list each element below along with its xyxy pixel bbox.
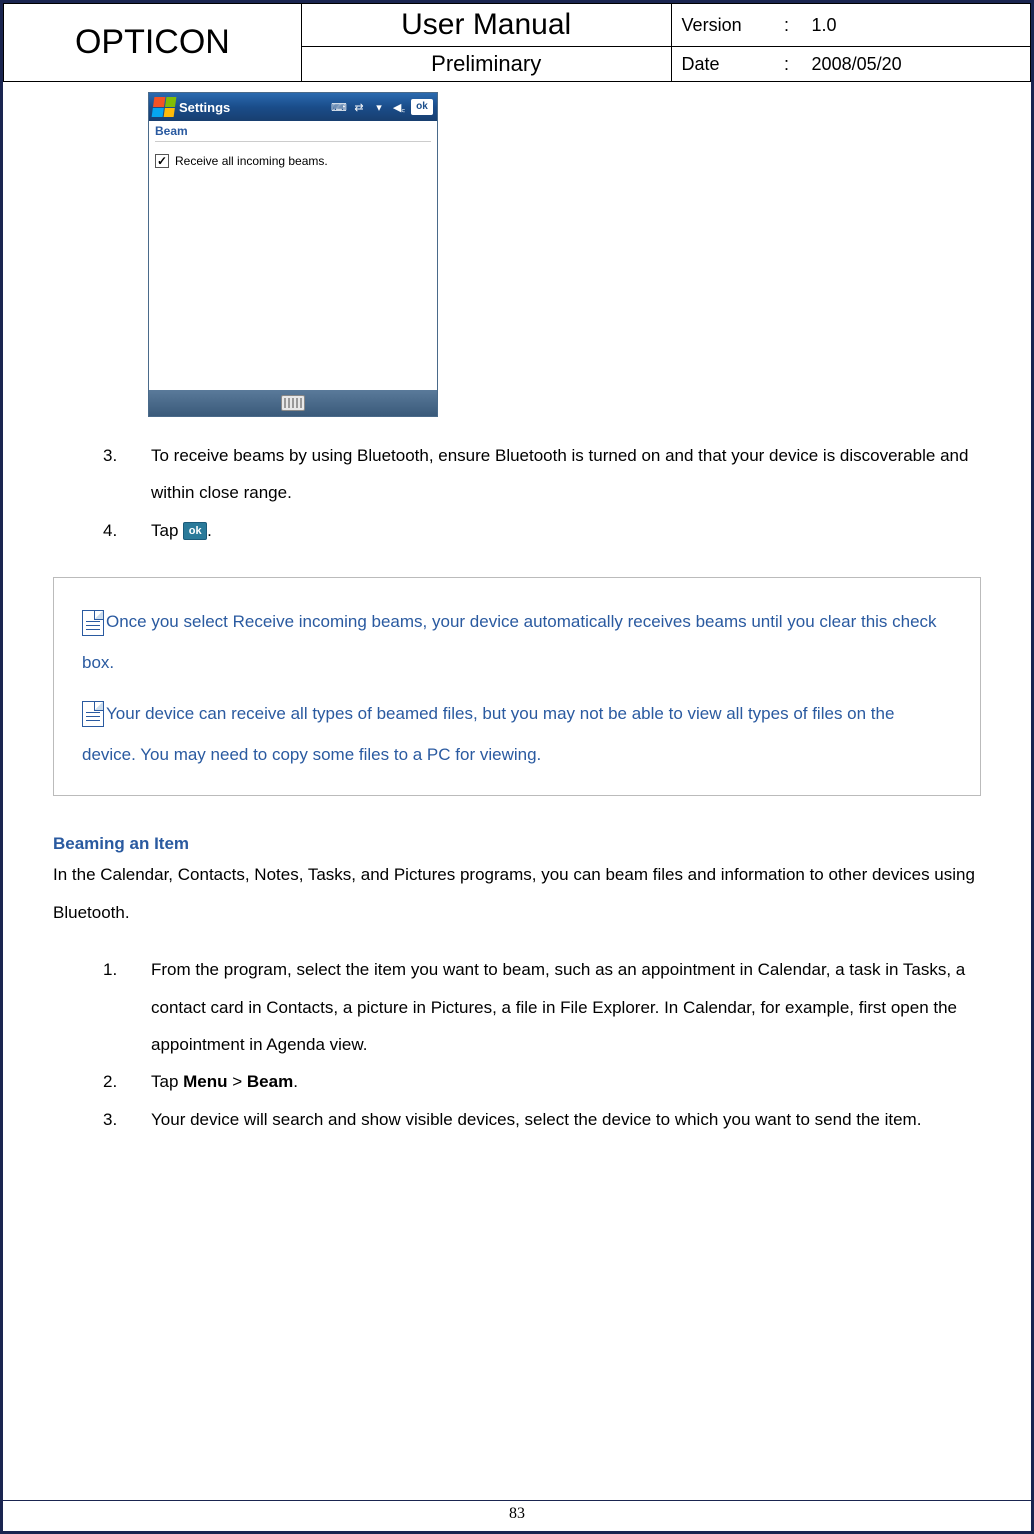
title-cell: User Manual [301,4,671,47]
item-text: Tap ok. [151,512,981,549]
section-intro: In the Calendar, Contacts, Notes, Tasks,… [53,856,981,931]
screenshot-bottombar [149,390,437,416]
screenshot-title: Settings [179,100,331,115]
item-number: 3. [103,437,151,512]
bottom-numbered-list: 1. From the program, select the item you… [103,951,981,1138]
mid-gt: > [228,1072,247,1091]
item-number: 4. [103,512,151,549]
tap-prefix: Tap [151,521,183,540]
item-text: Tap Menu > Beam. [151,1063,981,1100]
beam-tab[interactable]: Beam [149,121,437,141]
item-text: Your device will search and show visible… [151,1101,981,1138]
beaming-item-heading: Beaming an Item [53,834,981,854]
colon-2: : [772,54,802,75]
page-number: 83 [3,1505,1031,1523]
note-text: Once you select Receive incoming beams, … [82,612,937,672]
tap-prefix: Tap [151,1072,183,1091]
list-item: 3. Your device will search and show visi… [103,1101,981,1138]
tab-underline [155,141,431,142]
receive-beams-row: ✓ Receive all incoming beams. [155,154,431,168]
note-icon [82,701,104,727]
receive-beams-checkbox[interactable]: ✓ [155,154,169,168]
content-area: Settings ⌨ ⇄ ▾ ◀꜀ ok Beam ✓ Receive all … [3,82,1031,1138]
volume-tray-icon[interactable]: ◀꜀ [391,100,407,114]
version-value: 1.0 [802,15,1020,36]
doc-subtitle: Preliminary [312,51,661,77]
top-numbered-list: 3. To receive beams by using Bluetooth, … [103,437,981,549]
suffix-dot: . [293,1072,298,1091]
receive-beams-label: Receive all incoming beams. [175,154,328,168]
signal-tray-icon[interactable]: ▾ [371,100,387,114]
note-icon [82,610,104,636]
list-item: 1. From the program, select the item you… [103,951,981,1063]
item-text: To receive beams by using Bluetooth, ens… [151,437,981,512]
date-value: 2008/05/20 [802,54,1020,75]
list-item: 4. Tap ok. [103,512,981,549]
screenshot-titlebar: Settings ⌨ ⇄ ▾ ◀꜀ ok [149,93,437,121]
version-label: Version [682,15,772,36]
note-paragraph: Your device can receive all types of bea… [82,694,952,776]
page-frame: OPTICON User Manual Version : 1.0 Prelim… [0,0,1034,1534]
list-item: 2. Tap Menu > Beam. [103,1063,981,1100]
date-label: Date [682,54,772,75]
screenshot-body: ✓ Receive all incoming beams. [149,148,437,390]
sip-keyboard-icon[interactable] [281,395,305,411]
item-number: 1. [103,951,151,1063]
bottom-rule [3,1500,1031,1501]
item-number: 2. [103,1063,151,1100]
windows-logo-icon[interactable] [152,97,177,117]
inline-ok-icon: ok [183,522,207,540]
beam-bold: Beam [247,1072,293,1091]
document-header: OPTICON User Manual Version : 1.0 Prelim… [3,3,1031,82]
keyboard-tray-icon[interactable]: ⌨ [331,100,347,114]
brand-text: OPTICON [75,23,230,61]
settings-screenshot: Settings ⌨ ⇄ ▾ ◀꜀ ok Beam ✓ Receive all … [148,92,438,417]
colon: : [772,15,802,36]
meta-date: Date : 2008/05/20 [671,47,1030,82]
item-text: From the program, select the item you wa… [151,951,981,1063]
doc-title: User Manual [312,8,661,42]
net-tray-icon[interactable]: ⇄ [351,100,367,114]
subtitle-cell: Preliminary [301,47,671,82]
list-item: 3. To receive beams by using Bluetooth, … [103,437,981,512]
item-number: 3. [103,1101,151,1138]
ok-button[interactable]: ok [411,99,433,115]
meta-version: Version : 1.0 [671,4,1030,47]
brand-cell: OPTICON [4,4,302,82]
tap-suffix: . [207,521,212,540]
system-tray: ⌨ ⇄ ▾ ◀꜀ ok [331,99,437,115]
note-text: Your device can receive all types of bea… [82,704,894,764]
note-box: Once you select Receive incoming beams, … [53,577,981,796]
note-paragraph: Once you select Receive incoming beams, … [82,602,952,684]
menu-bold: Menu [183,1072,227,1091]
